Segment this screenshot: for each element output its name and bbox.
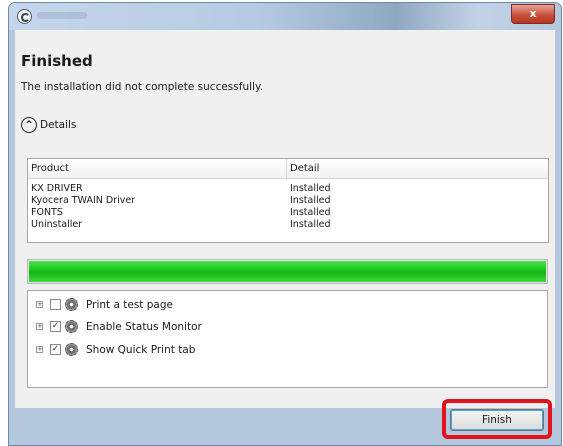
finish-button[interactable]: Finish (450, 409, 544, 431)
checkbox-enable-status-monitor[interactable]: ✓ (50, 321, 61, 332)
gear-icon (65, 343, 78, 356)
close-button[interactable]: x (511, 4, 555, 24)
window-title (37, 12, 87, 19)
expand-icon[interactable]: + (36, 323, 43, 330)
option-label: Enable Status Monitor (86, 320, 202, 333)
details-toggle[interactable]: ^ Details (21, 115, 76, 135)
option-enable-status-monitor[interactable]: + ✓ Enable Status Monitor (36, 319, 202, 334)
product-cell: FONTS (31, 207, 63, 218)
column-header-detail[interactable]: Detail (287, 159, 547, 178)
detail-cell: Installed (290, 195, 331, 206)
product-cell: KX DRIVER (31, 183, 83, 194)
table-row: FONTS Installed (28, 207, 548, 219)
expand-icon[interactable]: + (36, 346, 43, 353)
content-panel: Finished The installation did not comple… (15, 30, 555, 408)
page-title: Finished (21, 52, 93, 70)
checkbox-print-test-page[interactable] (50, 299, 61, 310)
expand-icon[interactable]: + (36, 301, 43, 308)
gear-icon (65, 298, 78, 311)
progress-fill (29, 261, 546, 282)
status-message: The installation did not complete succes… (21, 81, 263, 93)
column-header-product[interactable]: Product (28, 159, 287, 178)
checkbox-show-quick-print-tab[interactable]: ✓ (50, 344, 61, 355)
detail-cell: Installed (290, 183, 331, 194)
table-row: Uninstaller Installed (28, 219, 548, 231)
detail-cell: Installed (290, 219, 331, 230)
progress-bar (27, 259, 548, 284)
options-tree: + Print a test page + ✓ Enable Status Mo… (27, 290, 548, 388)
product-cell: Kyocera TWAIN Driver (31, 195, 136, 206)
table-row: KX DRIVER Installed (28, 183, 548, 195)
gear-icon (65, 320, 78, 333)
table-row: Kyocera TWAIN Driver Installed (28, 195, 548, 207)
chevron-up-icon: ^ (21, 117, 37, 133)
option-label: Print a test page (86, 298, 173, 311)
detail-cell: Installed (290, 207, 331, 218)
title-bar: x (9, 3, 561, 30)
option-label: Show Quick Print tab (86, 343, 196, 356)
details-label: Details (40, 119, 77, 131)
option-show-quick-print-tab[interactable]: + ✓ Show Quick Print tab (36, 342, 195, 357)
installer-window: x Finished The installation did not comp… (8, 2, 562, 446)
product-cell: Uninstaller (31, 219, 83, 230)
table-header: Product Detail (28, 159, 548, 179)
app-icon (17, 9, 32, 24)
option-print-test-page[interactable]: + Print a test page (36, 297, 173, 312)
product-table: Product Detail KX DRIVER Installed Kyoce… (27, 158, 549, 243)
